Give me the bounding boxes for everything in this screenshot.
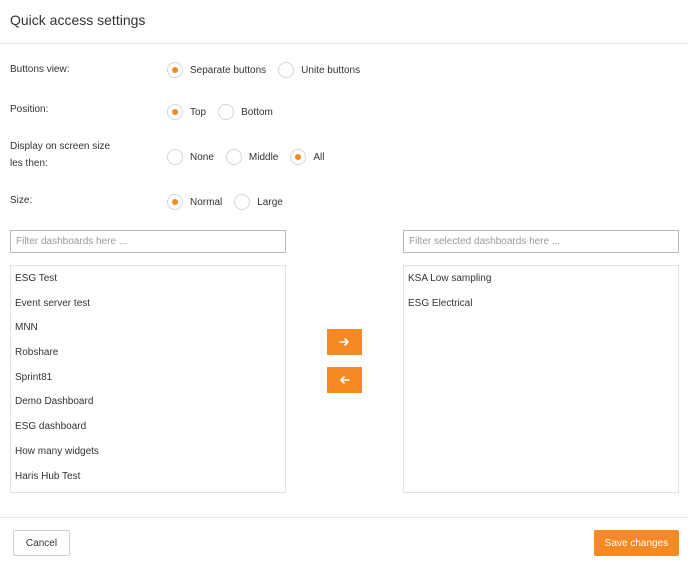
display-screen-label-line2: les then:: [10, 158, 48, 169]
size-label: Size:: [10, 195, 33, 206]
list-item[interactable]: ESG dashboard: [11, 415, 285, 440]
radio-label: None: [190, 151, 214, 163]
radio-circle-checked[interactable]: [290, 149, 307, 165]
radio-label: All: [313, 151, 325, 163]
list-item[interactable]: Demo Dashboard: [11, 390, 285, 415]
radio-label: Bottom: [241, 106, 273, 118]
radio-label: Top: [190, 106, 207, 118]
arrow-right-icon: [339, 337, 350, 347]
arrow-left-icon: [339, 375, 350, 385]
radio-circle[interactable]: [167, 149, 183, 165]
dialog-title: Quick access settings: [10, 12, 146, 28]
radio-separate-buttons[interactable]: Separate buttons: [167, 62, 266, 78]
radio-circle[interactable]: [278, 62, 295, 78]
footer-divider: [0, 517, 688, 518]
display-screen-label-line1: Display on screen size: [10, 141, 111, 152]
radio-none[interactable]: None: [167, 149, 214, 165]
radio-label: Normal: [190, 196, 223, 208]
radio-circle[interactable]: [225, 149, 242, 165]
display-screen-options: None Middle All: [167, 147, 337, 167]
list-item[interactable]: ESG Electrical: [404, 292, 678, 317]
radio-all[interactable]: All: [290, 149, 325, 165]
radio-circle-checked[interactable]: [167, 62, 183, 78]
radio-top[interactable]: Top: [167, 104, 206, 120]
list-item[interactable]: Event server test: [11, 292, 285, 317]
radio-circle[interactable]: [218, 104, 235, 120]
radio-unite-buttons[interactable]: Unite buttons: [278, 62, 360, 78]
radio-middle[interactable]: Middle: [225, 149, 279, 165]
dialog-header: Quick access settings: [0, 0, 688, 44]
selected-dashboards-list[interactable]: KSA Low sampling ESG Electrical: [403, 265, 679, 493]
filter-selected-input[interactable]: [403, 230, 679, 253]
radio-circle-checked[interactable]: [167, 104, 183, 120]
available-dashboards-list[interactable]: ESG Test Event server test MNN Robshare …: [10, 265, 286, 493]
filter-available-input[interactable]: [10, 230, 286, 253]
radio-large[interactable]: Large: [234, 194, 283, 210]
radio-bottom[interactable]: Bottom: [218, 104, 273, 120]
size-options: Normal Large: [167, 192, 295, 212]
buttons-view-label: Buttons view:: [10, 64, 70, 75]
position-options: Top Bottom: [167, 102, 285, 122]
radio-normal[interactable]: Normal: [167, 194, 222, 210]
list-item[interactable]: KSA Low sampling: [404, 267, 678, 292]
move-right-button[interactable]: [327, 329, 362, 355]
radio-label: Middle: [248, 151, 279, 163]
list-item[interactable]: ESG Test: [11, 267, 285, 292]
radio-circle[interactable]: [234, 194, 251, 210]
radio-circle-checked[interactable]: [167, 194, 183, 210]
buttons-view-options: Separate buttons Unite buttons: [167, 60, 372, 80]
display-screen-label: Display on screen size les then:: [10, 138, 110, 172]
list-item[interactable]: Haris Hub Test: [11, 465, 285, 490]
radio-label: Separate buttons: [190, 64, 267, 76]
list-item[interactable]: How many widgets: [11, 440, 285, 465]
save-changes-button[interactable]: Save changes: [594, 530, 679, 556]
cancel-button[interactable]: Cancel: [13, 530, 70, 556]
radio-label: Large: [257, 196, 283, 208]
move-left-button[interactable]: [327, 367, 362, 393]
position-label: Position:: [10, 104, 49, 115]
list-item[interactable]: MNN: [11, 316, 285, 341]
radio-label: Unite buttons: [301, 64, 361, 76]
list-item[interactable]: Robshare: [11, 341, 285, 366]
list-item[interactable]: Sprint81: [11, 366, 285, 391]
